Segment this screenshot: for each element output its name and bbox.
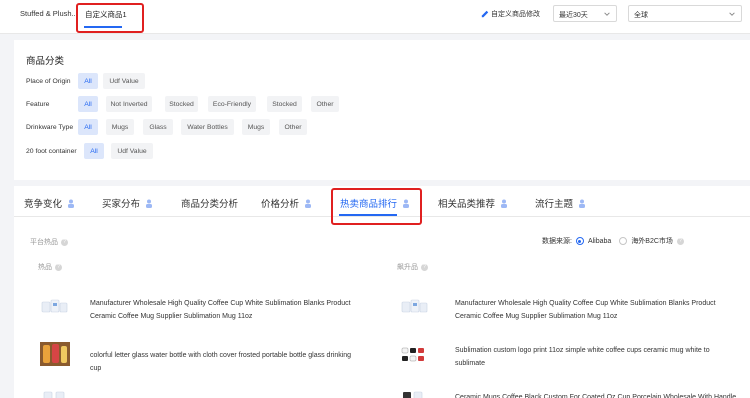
highlight-box xyxy=(76,3,144,33)
data-source: 数据来源: Alibaba 海外B2C市场 ? xyxy=(542,236,684,246)
radio-alibaba-label[interactable]: Alibaba xyxy=(588,238,611,245)
edit-icon xyxy=(481,10,489,18)
analysis-section: 竞争变化 买家分布 商品分类分析 价格分析 热卖商品排行 相关品类推荐 流行主题 xyxy=(14,186,750,398)
vip-icon xyxy=(305,199,312,208)
product-title[interactable]: Manufacturer Wholesale High Quality Coff… xyxy=(455,298,740,323)
question-icon[interactable]: ? xyxy=(55,263,62,271)
category-title: 商品分类 xyxy=(26,56,65,67)
tab-label: 相关品类推荐 xyxy=(438,199,496,210)
platform-hot-label: 平台热品 xyxy=(30,239,58,246)
product-thumbnail[interactable] xyxy=(40,294,70,318)
product-thumbnail[interactable] xyxy=(400,294,430,318)
product-title[interactable]: Manufacturer Wholesale High Quality Coff… xyxy=(90,298,360,323)
chip-udf-value[interactable]: Udf Value xyxy=(103,73,145,89)
edit-label: 自定义商品修改 xyxy=(491,11,540,18)
chip-other[interactable]: Other xyxy=(311,96,339,112)
tab-label: 商品分类分析 xyxy=(181,199,239,210)
hot-products-title: 热品 ? xyxy=(38,262,62,272)
chip-udf-value[interactable]: Udf Value xyxy=(111,143,153,159)
region-select[interactable]: 全球 xyxy=(628,5,742,22)
region-value: 全球 xyxy=(634,12,648,19)
tab-related-categories[interactable]: 相关品类推荐 xyxy=(438,196,508,210)
time-range-value: 最近30天 xyxy=(559,12,588,19)
edit-custom-product-link[interactable]: 自定义商品修改 xyxy=(481,9,540,19)
tab-trending-topics[interactable]: 流行主题 xyxy=(535,196,586,210)
tab-competition[interactable]: 竞争变化 xyxy=(24,196,75,210)
tab-stuffed-plush[interactable]: Stuffed & Plush... xyxy=(20,9,78,18)
filter-20-foot-container: 20 foot container xyxy=(26,143,77,159)
chip-not-inverted[interactable]: Not Inverted xyxy=(106,96,152,112)
vip-icon xyxy=(146,199,153,208)
product-thumbnail[interactable] xyxy=(40,388,70,398)
data-source-label: 数据来源: xyxy=(542,238,572,245)
filter-place-of-origin: Place of Origin xyxy=(26,73,71,89)
vip-icon xyxy=(579,199,586,208)
tab-label: 流行主题 xyxy=(535,199,574,210)
chip-eco-friendly[interactable]: Eco-Friendly xyxy=(208,96,256,112)
top-bar: Stuffed & Plush... 自定义商品1 自定义商品修改 最近30天 … xyxy=(0,0,750,34)
chip-stocked[interactable]: Stocked xyxy=(165,96,198,112)
rising-label: 飙升品 xyxy=(397,264,418,271)
radio-alibaba[interactable] xyxy=(575,237,584,245)
product-thumbnail[interactable] xyxy=(400,388,430,398)
chip-all[interactable]: All xyxy=(78,96,98,112)
radio-overseas-b2c-label[interactable]: 海外B2C市场 xyxy=(631,236,673,246)
tab-category-analysis[interactable]: 商品分类分析 xyxy=(181,196,238,210)
radio-overseas-b2c[interactable] xyxy=(619,237,628,245)
chip-all[interactable]: All xyxy=(78,73,98,89)
rising-products-title: 飙升品 ? xyxy=(397,262,428,272)
analysis-tabs: 竞争变化 买家分布 商品分类分析 价格分析 热卖商品排行 相关品类推荐 流行主题 xyxy=(14,186,750,225)
time-range-select[interactable]: 最近30天 xyxy=(553,5,617,22)
tab-label: 竞争变化 xyxy=(24,199,63,210)
product-title[interactable]: Sublimation custom logo print 11oz simpl… xyxy=(455,345,740,370)
chip-all[interactable]: All xyxy=(84,143,104,159)
highlight-box xyxy=(331,188,422,225)
filter-label: Feature xyxy=(26,100,50,108)
filter-label: Drinkware Type xyxy=(26,123,74,131)
hot-label: 热品 xyxy=(38,264,52,271)
chevron-down-icon xyxy=(604,12,610,16)
tab-label: 价格分析 xyxy=(261,199,300,210)
filter-drinkware-type: Drinkware Type xyxy=(26,119,73,135)
tab-price-analysis[interactable]: 价格分析 xyxy=(261,196,312,210)
chevron-down-icon xyxy=(729,12,735,16)
category-panel: 商品分类 Place of Origin All Udf Value Featu… xyxy=(14,40,750,180)
vip-icon xyxy=(68,199,75,208)
chip-mugs[interactable]: Mugs xyxy=(242,119,270,135)
filter-label: Place of Origin xyxy=(26,77,71,85)
chip-glass[interactable]: Glass xyxy=(143,119,173,135)
vip-icon xyxy=(501,199,508,208)
product-title[interactable]: colorful letter glass water bottle with … xyxy=(90,350,360,375)
question-icon[interactable]: ? xyxy=(676,237,684,245)
tab-buyer-distribution[interactable]: 买家分布 xyxy=(102,196,153,210)
filter-feature: Feature xyxy=(26,96,49,112)
product-title[interactable]: Ceramic Mugs Coffee Black Custom For Coa… xyxy=(455,392,740,398)
chip-water-bottles[interactable]: Water Bottles xyxy=(181,119,234,135)
question-icon[interactable]: ? xyxy=(61,238,68,246)
product-thumbnail[interactable] xyxy=(40,342,70,366)
product-thumbnail[interactable] xyxy=(400,342,430,366)
chip-all[interactable]: All xyxy=(78,119,98,135)
question-icon[interactable]: ? xyxy=(421,263,428,271)
chip-other[interactable]: Other xyxy=(279,119,307,135)
filter-label: 20 foot container xyxy=(26,147,77,155)
chip-mugs[interactable]: Mugs xyxy=(106,119,134,135)
tab-label: 买家分布 xyxy=(102,199,141,210)
platform-hot-title: 平台热品 ? xyxy=(30,237,68,247)
chip-stocked[interactable]: Stocked xyxy=(267,96,302,112)
